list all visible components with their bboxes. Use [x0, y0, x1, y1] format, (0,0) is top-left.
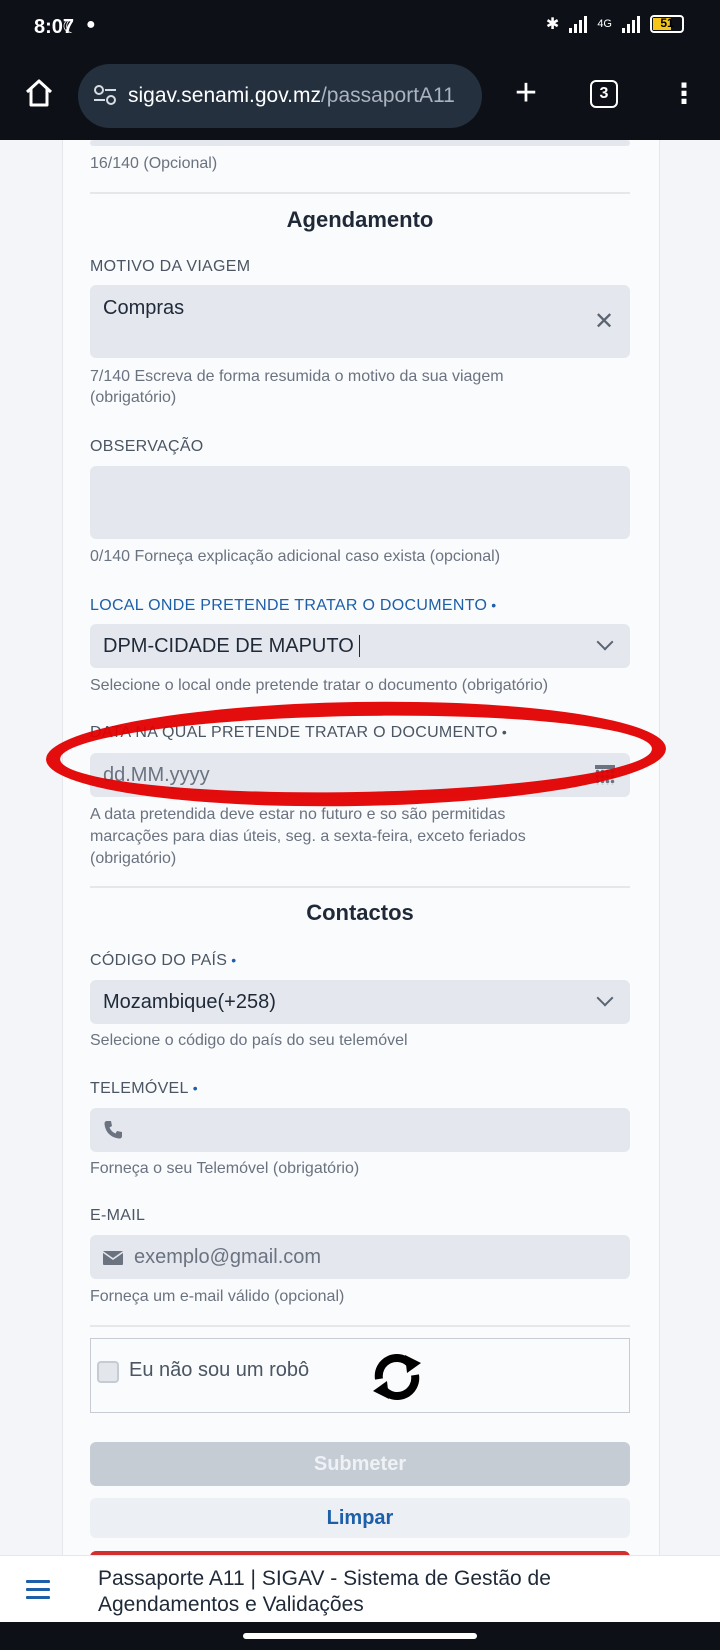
battery-icon: 51	[650, 15, 684, 33]
text-caret	[359, 635, 360, 657]
url-host: sigav.senami.gov.mz	[128, 84, 321, 107]
divider	[90, 1325, 630, 1327]
network-type: 4G	[597, 18, 612, 30]
bottom-app-bar: Passaporte A11 | SIGAV - Sistema de Gest…	[0, 1555, 720, 1622]
chevron-down-icon	[596, 989, 614, 1007]
pais-label-text: CÓDIGO DO PAÍS	[90, 952, 228, 969]
captcha-checkbox[interactable]	[97, 1361, 119, 1383]
chevron-down-icon	[596, 633, 614, 651]
local-value: DPM-CIDADE DE MAPUTO	[103, 635, 354, 657]
clear-icon[interactable]: ✕	[594, 307, 614, 336]
pais-hint: Selecione o código do país do seu telemó…	[90, 1032, 408, 1049]
section-title-agendamento: Agendamento	[286, 207, 434, 232]
signal-icon-2	[622, 15, 640, 33]
refresh-icon[interactable]	[369, 1349, 425, 1405]
observacao-input[interactable]	[90, 466, 630, 539]
app-title-line-2: Agendamentos e Validações	[98, 1593, 364, 1616]
new-tab-button[interactable]: +	[508, 68, 544, 118]
divider	[90, 886, 630, 888]
tab-switcher-button[interactable]: 3	[590, 80, 618, 108]
hamburger-menu-icon[interactable]	[26, 1580, 50, 1604]
local-label-text: LOCAL ONDE PRETENDE TRATAR O DOCUMENTO	[90, 597, 488, 614]
motivo-label: MOTIVO DA VIAGEM	[90, 258, 251, 275]
data-hint-2: marcações para dias úteis, seg. a sexta-…	[90, 828, 526, 845]
browser-menu-button[interactable]: ⋮	[670, 76, 698, 112]
pais-label: CÓDIGO DO PAÍS •	[90, 952, 236, 970]
home-gesture-handle[interactable]	[243, 1633, 477, 1639]
clear-button[interactable]: Limpar	[90, 1498, 630, 1538]
url-bar[interactable]: sigav.senami.gov.mz/passaportA11	[78, 64, 482, 128]
plus-icon: +	[514, 72, 538, 114]
local-select[interactable]: DPM-CIDADE DE MAPUTO	[90, 624, 630, 668]
status-bar: 8:07 ☾ ● ✱ 4G 51	[0, 0, 720, 54]
submit-button[interactable]: Submeter	[90, 1442, 630, 1486]
email-hint: Forneça um e-mail válido (opcional)	[90, 1288, 345, 1305]
required-mark: •	[192, 1080, 198, 1096]
divider	[90, 192, 630, 194]
telemovel-label: TELEMÓVEL •	[90, 1080, 198, 1098]
local-label: LOCAL ONDE PRETENDE TRATAR O DOCUMENTO •	[90, 597, 496, 615]
captcha-label: Eu não sou um robô	[129, 1359, 310, 1381]
country-code-select[interactable]: Mozambique(+258)	[90, 980, 630, 1024]
envelope-icon	[102, 1251, 124, 1265]
motivo-value: Compras	[103, 297, 185, 319]
bluetooth-icon: ✱	[545, 16, 560, 33]
local-hint: Selecione o local onde pretende tratar o…	[90, 677, 549, 694]
motivo-input[interactable]: Compras ✕	[90, 285, 630, 358]
more-vert-icon: ⋮	[670, 78, 698, 109]
required-mark: •	[491, 597, 497, 613]
email-input[interactable]: exemplo@gmail.com	[90, 1235, 630, 1279]
previous-field-bottom[interactable]	[90, 140, 630, 146]
site-settings-icon[interactable]	[92, 82, 118, 108]
home-button[interactable]	[22, 76, 56, 110]
url-text: sigav.senami.gov.mz/passaportA11	[128, 84, 455, 108]
motivo-hint-2: (obrigatório)	[90, 389, 177, 406]
url-path: /passaportA11	[320, 84, 455, 107]
phone-input[interactable]	[90, 1108, 630, 1152]
section-title-contactos: Contactos	[306, 900, 414, 925]
required-mark: •	[231, 952, 237, 968]
email-placeholder: exemplo@gmail.com	[134, 1246, 322, 1268]
app-title: Passaporte A11 | SIGAV - Sistema de Gest…	[98, 1566, 698, 1618]
telemovel-hint: Forneça o seu Telemóvel (obrigatório)	[90, 1160, 360, 1177]
signal-icon	[569, 15, 588, 33]
observacao-label: OBSERVAÇÃO	[90, 438, 204, 455]
country-code-value: Mozambique(+258)	[103, 991, 276, 1013]
app-title-line-1: Passaporte A11 | SIGAV - Sistema de Gest…	[98, 1567, 551, 1590]
system-nav-bar	[0, 1622, 720, 1650]
motivo-hint-1: 7/140 Escreva de forma resumida o motivo…	[90, 368, 504, 385]
message-icon: ●	[86, 16, 96, 33]
home-icon	[25, 79, 53, 107]
email-label: E-MAIL	[90, 1207, 146, 1224]
captcha-box: Eu não sou um robô	[90, 1338, 630, 1413]
phone-icon	[104, 1121, 122, 1139]
data-hint-1: A data pretendida deve estar no futuro e…	[90, 806, 506, 823]
previous-field-hint: 16/140 (Opcional)	[90, 155, 218, 172]
browser-toolbar: sigav.senami.gov.mz/passaportA11 + 3 ⋮	[0, 54, 720, 140]
data-hint-3: (obrigatório)	[90, 850, 177, 867]
battery-level: 51	[660, 16, 674, 30]
status-icons: ✱ 4G 51	[546, 14, 684, 34]
telemovel-label-text: TELEMÓVEL	[90, 1080, 189, 1097]
dnd-moon-icon: ☾	[62, 17, 80, 38]
observacao-hint: 0/140 Forneça explicação adicional caso …	[90, 548, 501, 565]
